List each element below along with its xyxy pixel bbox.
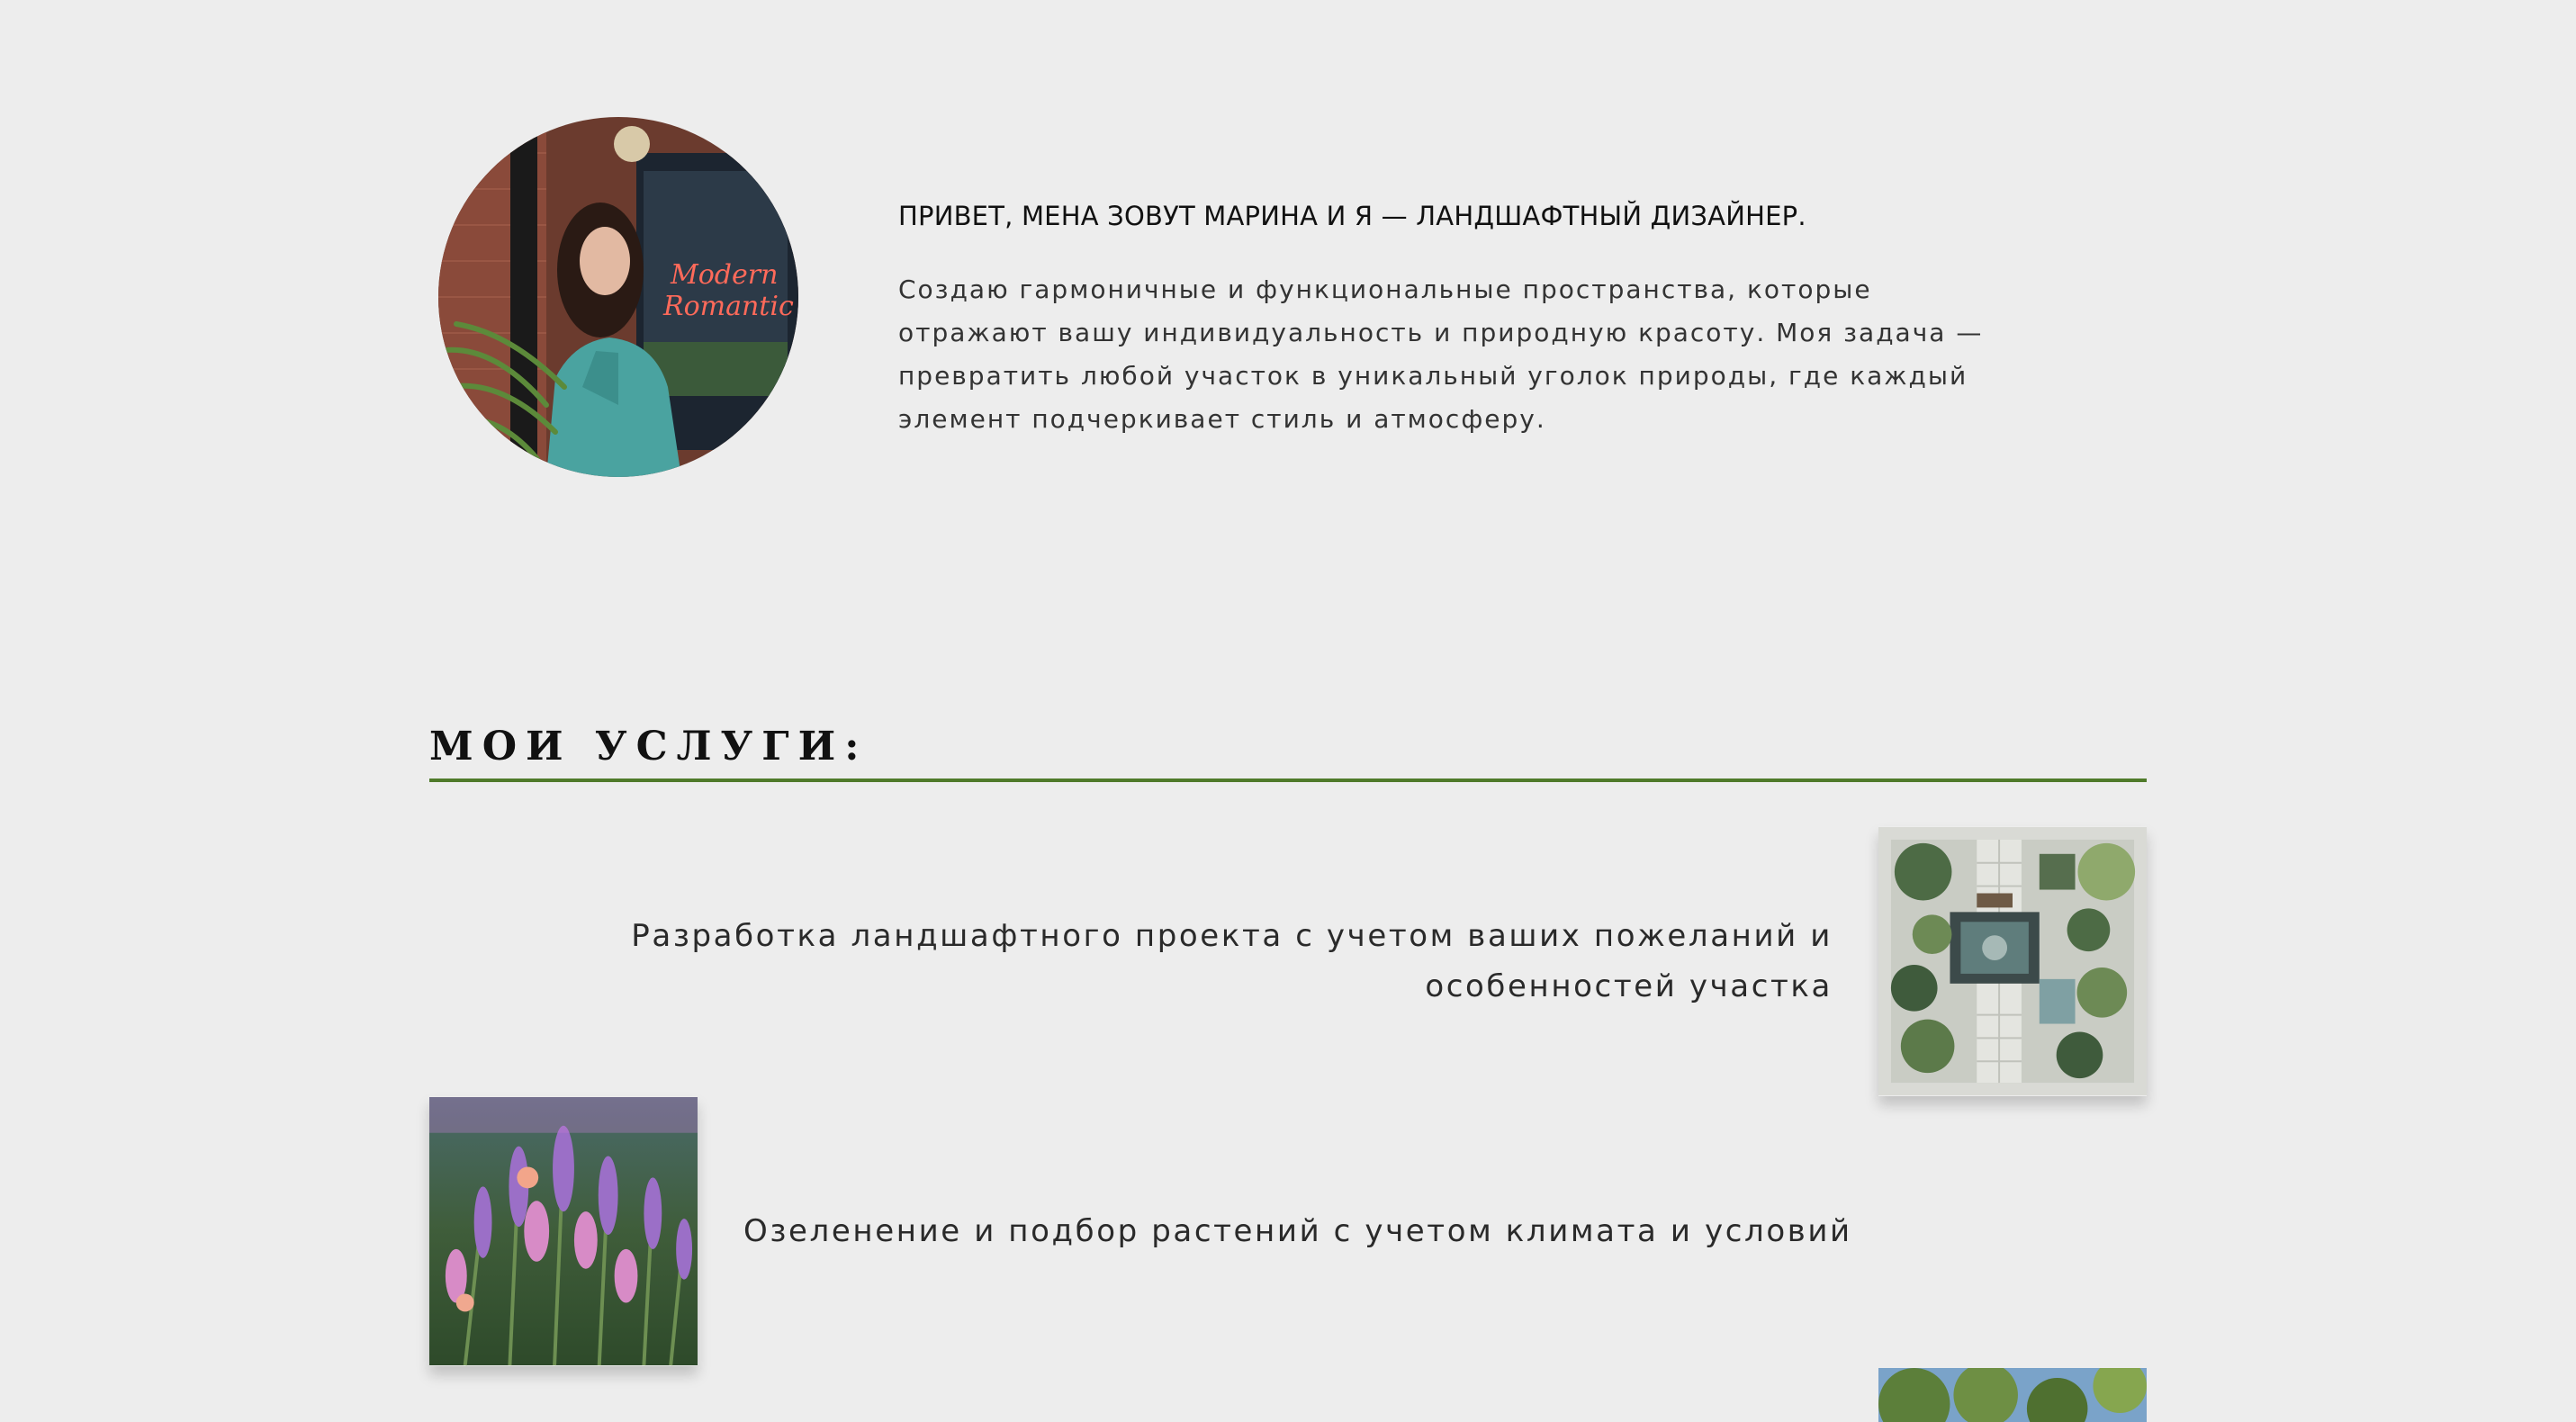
- intro-description: Создаю гармоничные и функциональные прос…: [898, 268, 2068, 441]
- service-item-project-text: Разработка ландшафтного проекта с учетом…: [630, 911, 1833, 1012]
- avatar: Modern Romantic: [438, 117, 798, 477]
- service-text-line: Озеленение и подбор растений с учетом кл…: [743, 1213, 1852, 1249]
- page: Modern Romantic ПРИВЕТ, МЕНА ЗОВУТ МАРИН…: [0, 0, 2576, 1422]
- service-text-line: Разработка ландшафтного проекта с учетом…: [631, 918, 1833, 954]
- svg-text:Modern: Modern: [670, 259, 778, 291]
- intro-description-line: элемент подчеркивает стиль и атмосферу.: [898, 404, 1546, 434]
- intro-description-line: отражают вашу индивидуальность и природн…: [898, 318, 1984, 347]
- services-title: МОИ УСЛУГИ:: [429, 724, 869, 770]
- avatar-photo: Modern Romantic: [438, 117, 798, 477]
- intro-description-line: превратить любой участок в уникальный уг…: [898, 361, 1968, 391]
- lavender-image: [429, 1096, 698, 1366]
- trees-image: [1878, 1368, 2147, 1422]
- service-item-planting-text: Озеленение и подбор растений с учетом кл…: [743, 1206, 1850, 1256]
- garden-plan-image: [1878, 826, 2147, 1096]
- intro-heading: ПРИВЕТ, МЕНА ЗОВУТ МАРИНА И Я — ЛАНДШАФТ…: [898, 201, 1806, 231]
- intro-description-line: Создаю гармоничные и функциональные прос…: [898, 274, 1872, 304]
- svg-text:Romantic: Romantic: [662, 291, 794, 322]
- service-text-line: особенностей участка: [1425, 968, 1833, 1004]
- services-divider: [429, 778, 2147, 782]
